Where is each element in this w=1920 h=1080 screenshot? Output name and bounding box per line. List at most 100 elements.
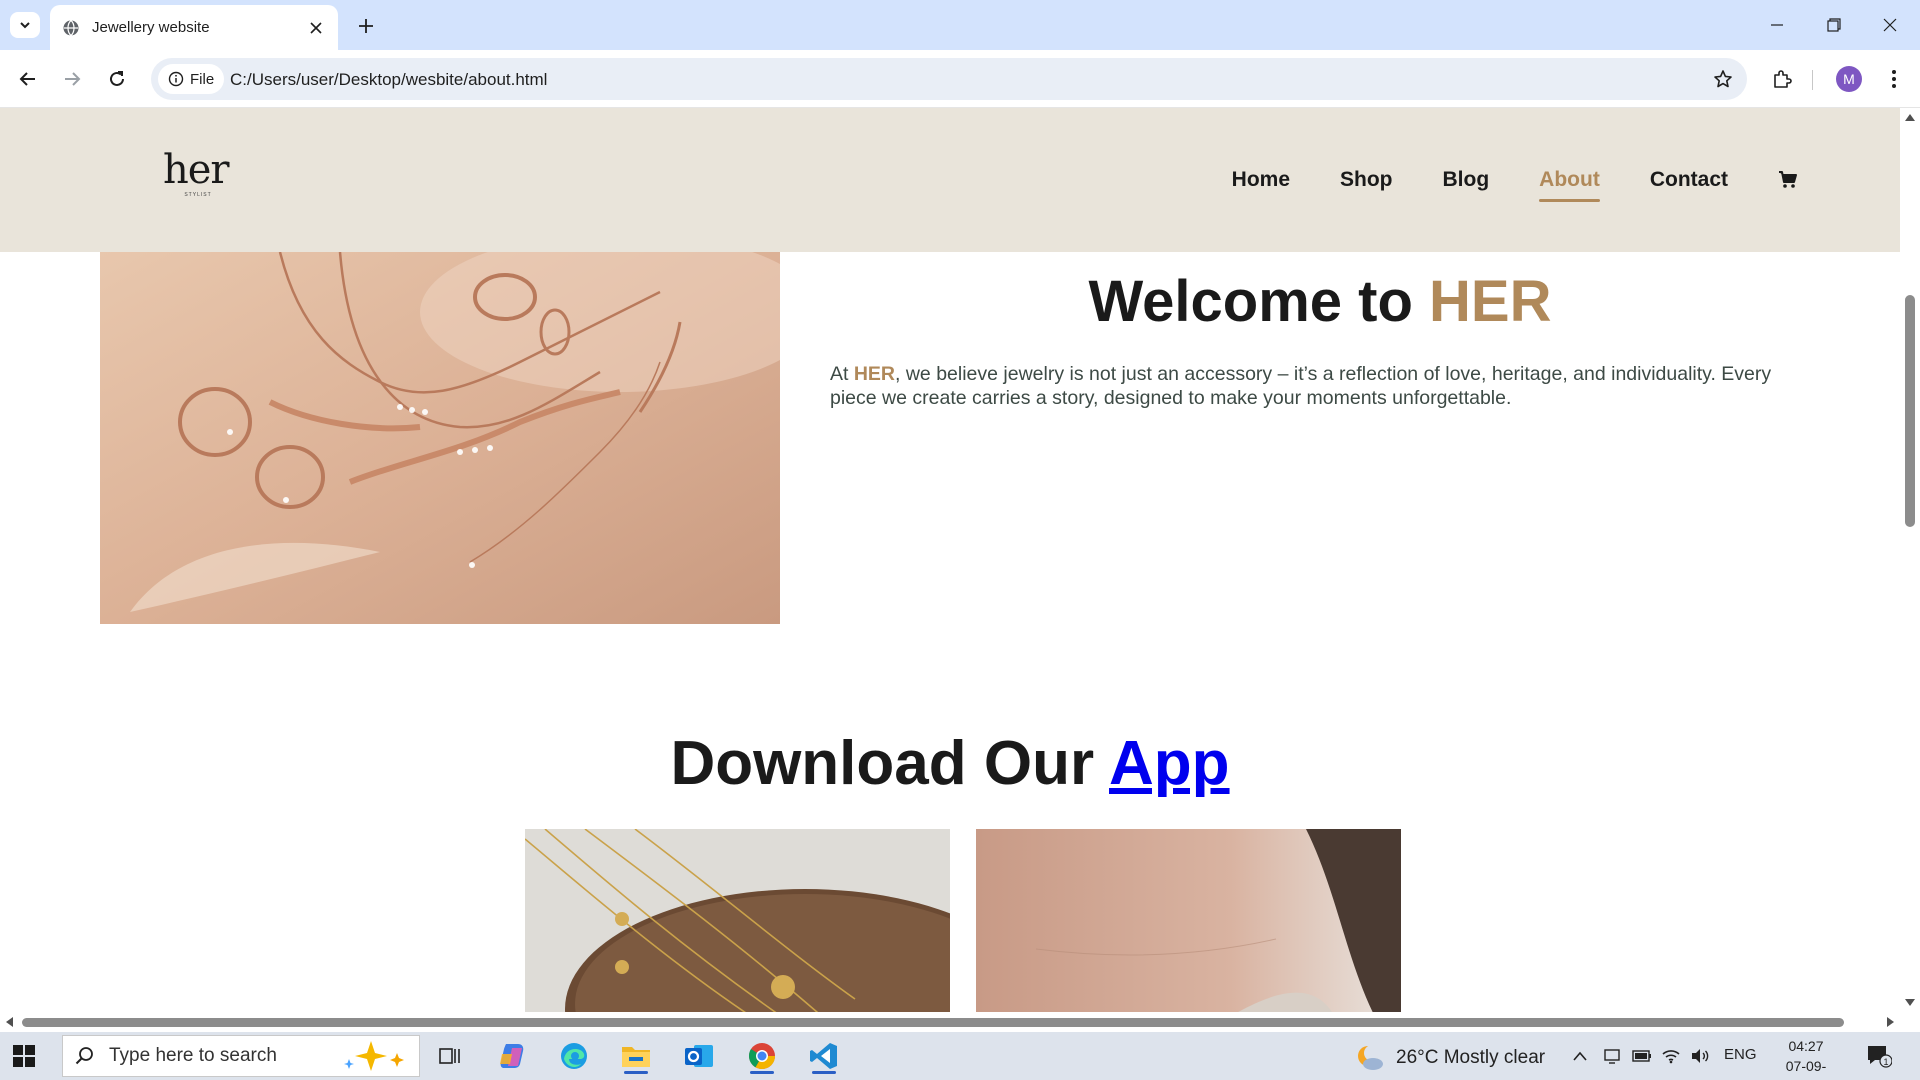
about-paragraph: At HER, we believe jewelry is not just a… [830,362,1816,410]
language-indicator[interactable]: ENG [1724,1046,1757,1063]
notification-count: 1 [1883,1057,1888,1067]
app-link[interactable]: App [1109,729,1230,798]
meet-now-icon[interactable] [1602,1046,1622,1066]
nav-about[interactable]: About [1539,168,1600,202]
about-heading-accent: HER [1429,269,1552,334]
active-indicator [624,1071,648,1074]
clock[interactable]: 04:27 07-09-2025 [1772,1036,1840,1080]
logo-text: her [163,147,230,193]
active-indicator [812,1071,836,1074]
minimize-button[interactable] [1757,8,1797,42]
close-tab-icon[interactable] [306,18,326,38]
site-header: her STYLIST Home Shop Blog About Contact [0,108,1900,252]
battery-icon[interactable] [1632,1046,1652,1066]
url-text[interactable]: C:/Users/user/Desktop/wesbite/about.html [230,70,547,90]
back-button[interactable] [12,63,44,95]
forward-button[interactable] [56,63,88,95]
necklace-photo [525,829,950,1012]
search-placeholder: Type here to search [109,1045,277,1066]
tab-search-button[interactable] [10,12,40,38]
arrow-right-icon [65,72,81,86]
clock-date: 07-09-2025 [1785,1058,1827,1080]
file-explorer-button[interactable] [616,1038,656,1074]
weather-widget[interactable]: 26°C Mostly clear [1356,1044,1545,1072]
scroll-up-icon[interactable] [1905,112,1915,122]
vertical-scroll-thumb[interactable] [1905,295,1915,527]
browser-tab[interactable]: Jewellery website [50,5,338,50]
browser-menu-button[interactable] [1880,63,1908,95]
reload-button[interactable] [101,63,133,95]
weather-text: 26°C Mostly clear [1396,1047,1546,1068]
nav-home[interactable]: Home [1232,168,1290,192]
restore-icon [1827,18,1841,32]
edge-button[interactable] [554,1038,594,1074]
nav-blog[interactable]: Blog [1443,168,1490,192]
file-label: File [190,70,215,88]
vertical-scrollbar[interactable] [1900,108,1920,1012]
minimize-icon [1771,24,1783,26]
windows-start-button[interactable] [12,1044,36,1068]
profile-avatar[interactable]: M [1836,66,1862,92]
address-bar[interactable]: File C:/Users/user/Desktop/wesbite/about… [151,58,1747,100]
copilot-button[interactable] [493,1038,533,1074]
about-text-brand: HER [853,363,896,385]
notification-center-button[interactable]: 1 [1866,1044,1893,1068]
scroll-down-icon[interactable] [1905,998,1915,1008]
tab-title: Jewellery website [92,19,210,36]
model-neck-photo [976,829,1401,1012]
task-view-icon [439,1048,460,1064]
vscode-button[interactable] [804,1038,844,1074]
puzzle-icon [1774,70,1792,88]
wifi-icon[interactable] [1661,1046,1681,1066]
more-vertical-icon [1892,70,1896,88]
nav-shop[interactable]: Shop [1340,168,1393,192]
download-heading: Download Our App [0,728,1900,799]
close-icon [1883,18,1897,32]
scroll-left-icon[interactable] [4,1017,14,1027]
active-indicator [750,1071,774,1074]
page-viewport: her STYLIST Home Shop Blog About Contact [0,108,1920,1012]
new-tab-button[interactable] [352,12,380,40]
weather-moon-cloud-icon [1358,1045,1383,1070]
bookmark-button[interactable] [1711,67,1735,91]
task-view-button[interactable] [430,1038,470,1074]
extensions-button[interactable] [1766,63,1798,95]
plus-icon [359,19,373,33]
cart-icon[interactable] [1778,169,1800,191]
horizontal-scrollbar[interactable] [0,1012,1920,1032]
outlook-button[interactable] [679,1038,719,1074]
scroll-right-icon[interactable] [1886,1017,1896,1027]
reload-icon [110,71,124,86]
show-hidden-icons[interactable] [1570,1046,1590,1066]
clock-time: 04:27 [1788,1038,1824,1054]
sparkle-icon [344,1041,404,1071]
browser-toolbar: File C:/Users/user/Desktop/wesbite/about… [0,50,1920,108]
star-icon [1714,70,1732,88]
browser-tab-strip: Jewellery website [0,0,1920,50]
chrome-button[interactable] [742,1038,782,1074]
chrome-icon [748,1043,776,1070]
download-heading-main: Download Our [670,729,1110,798]
about-heading: Welcome to HER [820,268,1820,335]
taskbar: Type here to search 26°C Mostly clear EN… [0,1032,1920,1080]
about-text-post: , we believe jewelry is not just an acce… [830,363,1772,409]
volume-icon[interactable] [1690,1046,1710,1066]
info-icon [168,71,184,87]
search-icon [75,1047,93,1065]
globe-icon [63,19,79,36]
about-heading-main: Welcome to [1088,269,1430,334]
nav-contact[interactable]: Contact [1650,168,1728,192]
restore-button[interactable] [1814,8,1854,42]
outlook-icon [685,1045,713,1067]
taskbar-search-box[interactable]: Type here to search [62,1035,420,1077]
notification-icon: 1 [1868,1046,1893,1068]
chevron-up-icon [1573,1051,1587,1061]
site-nav: Home Shop Blog About Contact [1232,168,1800,202]
toolbar-divider [1812,70,1813,90]
site-logo[interactable]: her STYLIST [163,150,243,206]
about-text-pre: At [830,363,854,385]
horizontal-scroll-thumb[interactable] [22,1018,1844,1027]
site-info-chip[interactable]: File [158,64,224,94]
folder-icon [622,1047,650,1067]
close-window-button[interactable] [1870,8,1910,42]
